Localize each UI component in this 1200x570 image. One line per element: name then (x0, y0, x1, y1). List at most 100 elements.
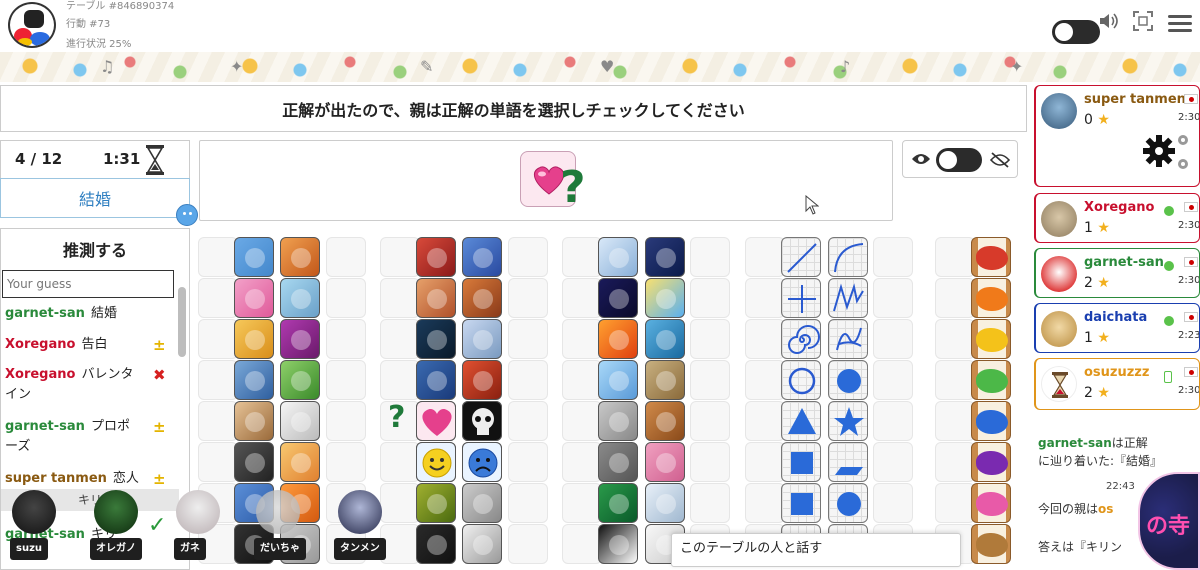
paint-splash-icon[interactable] (971, 237, 1011, 277)
misc-picture-icon[interactable] (234, 401, 274, 441)
misc-picture-icon[interactable] (280, 442, 320, 482)
game-logo[interactable] (8, 2, 56, 48)
small-gear-icon[interactable] (1175, 132, 1191, 148)
nature-picture-icon[interactable] (598, 483, 638, 523)
people-picture-icon[interactable] (416, 319, 456, 359)
triangle-icon[interactable] (781, 401, 821, 441)
people-picture-icon[interactable] (462, 319, 502, 359)
people-picture-icon[interactable] (462, 237, 502, 277)
paint-splash-icon[interactable] (971, 524, 1011, 564)
circle-filled-icon[interactable] (828, 360, 868, 400)
paint-splash-icon[interactable] (971, 442, 1011, 482)
nature-picture-icon[interactable] (645, 401, 685, 441)
participant-camera[interactable] (176, 490, 220, 534)
paint-splash-icon[interactable] (971, 401, 1011, 441)
player-card[interactable]: daichata 1 ★ 2:23 (1034, 303, 1200, 353)
people-picture-icon[interactable] (462, 483, 502, 523)
people-picture-icon[interactable] (416, 237, 456, 277)
player-card[interactable]: garnet-san 2 ★ 2:30 (1034, 248, 1200, 298)
sphere-icon[interactable] (828, 483, 868, 523)
visibility-toggle[interactable] (936, 148, 982, 172)
participant-camera[interactable] (256, 490, 300, 534)
nature-picture-icon[interactable] (645, 360, 685, 400)
empty-board-slot (508, 483, 548, 523)
sound-toggle[interactable] (1052, 20, 1100, 44)
empty-board-slot (935, 237, 975, 277)
guess-scrollbar[interactable] (178, 287, 186, 357)
nature-picture-icon[interactable] (645, 483, 685, 523)
nature-picture-icon[interactable] (645, 278, 685, 318)
spiral-icon[interactable] (781, 319, 821, 359)
line-icon[interactable] (781, 278, 821, 318)
misc-picture-icon[interactable] (234, 319, 274, 359)
player-card[interactable]: osuzuzzz 2 ★ 2:30 (1034, 358, 1200, 410)
wrong-guess-icon[interactable]: ✖ (153, 365, 166, 385)
nature-picture-icon[interactable] (598, 237, 638, 277)
paint-splash-icon[interactable] (971, 319, 1011, 359)
nature-picture-icon[interactable] (645, 442, 685, 482)
nature-picture-icon[interactable] (598, 401, 638, 441)
nature-picture-icon[interactable] (598, 524, 638, 564)
line-icon[interactable] (828, 237, 868, 277)
fullscreen-icon[interactable] (1132, 10, 1154, 32)
people-picture-icon[interactable] (462, 360, 502, 400)
line-icon[interactable] (828, 278, 868, 318)
star-doodle-icon: ✦ (1010, 57, 1024, 76)
paint-splash-icon[interactable] (971, 360, 1011, 400)
empty-board-slot (745, 483, 785, 523)
cube-icon[interactable] (781, 483, 821, 523)
partial-match-icon[interactable]: ± (153, 417, 166, 437)
heart-icon[interactable] (416, 401, 456, 441)
misc-picture-icon[interactable] (234, 237, 274, 277)
empty-board-slot (198, 237, 238, 277)
scribble-icon[interactable] (828, 319, 868, 359)
line-icon[interactable] (781, 237, 821, 277)
nature-picture-icon[interactable] (598, 278, 638, 318)
talk-to-table-button[interactable]: このテーブルの人と話す (671, 533, 961, 567)
sad-face-icon[interactable] (462, 442, 502, 482)
misc-picture-icon[interactable] (280, 237, 320, 277)
misc-picture-icon[interactable] (280, 278, 320, 318)
empty-board-slot (380, 483, 420, 523)
happy-face-icon[interactable] (416, 442, 456, 482)
people-picture-icon[interactable] (416, 278, 456, 318)
people-picture-icon[interactable] (416, 524, 456, 564)
people-picture-icon[interactable] (462, 524, 502, 564)
partial-match-icon[interactable]: ± (153, 335, 166, 355)
participant-camera[interactable] (94, 490, 138, 534)
skull-icon[interactable] (462, 401, 502, 441)
misc-picture-icon[interactable] (280, 360, 320, 400)
gear-icon[interactable] (1142, 134, 1176, 168)
smiley-icon[interactable] (176, 204, 198, 226)
people-picture-icon[interactable] (462, 278, 502, 318)
square-icon[interactable] (781, 442, 821, 482)
empty-board-slot (380, 319, 420, 359)
small-gear-icon[interactable] (1175, 156, 1191, 172)
nature-picture-icon[interactable] (645, 319, 685, 359)
player-card[interactable]: Xoregano 1 ★ 2:30 (1034, 193, 1200, 243)
paint-splash-icon[interactable] (971, 483, 1011, 523)
guess-input[interactable] (2, 270, 174, 298)
instruction-banner: 正解が出たので、親は正解の単語を選択しチェックしてください (0, 85, 1027, 132)
misc-picture-icon[interactable] (280, 401, 320, 441)
misc-picture-icon[interactable] (280, 319, 320, 359)
speaker-icon[interactable] (1098, 10, 1120, 32)
people-picture-icon[interactable] (416, 360, 456, 400)
circle-outline-icon[interactable] (781, 360, 821, 400)
misc-picture-icon[interactable] (234, 442, 274, 482)
nature-picture-icon[interactable] (598, 360, 638, 400)
paint-splash-icon[interactable] (971, 278, 1011, 318)
people-picture-icon[interactable] (416, 483, 456, 523)
nature-picture-icon[interactable] (598, 319, 638, 359)
misc-picture-icon[interactable] (234, 360, 274, 400)
participant-camera[interactable] (338, 490, 382, 534)
star-icon[interactable] (828, 401, 868, 441)
parallelogram-icon[interactable] (828, 442, 868, 482)
star-icon: ★ (1097, 330, 1110, 346)
partial-match-icon[interactable]: ± (153, 469, 166, 489)
nature-picture-icon[interactable] (645, 237, 685, 277)
participant-camera[interactable] (12, 490, 56, 534)
menu-icon[interactable] (1168, 12, 1192, 34)
nature-picture-icon[interactable] (598, 442, 638, 482)
misc-picture-icon[interactable] (234, 278, 274, 318)
